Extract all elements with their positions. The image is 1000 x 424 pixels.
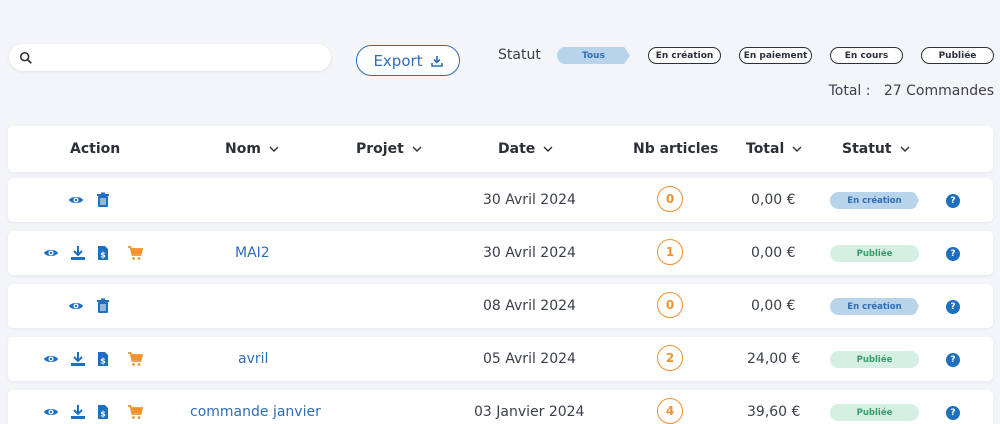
total-label: Total :: [828, 83, 871, 99]
invoice-icon[interactable]: $: [95, 404, 111, 420]
filter-publiee[interactable]: Publiée: [921, 47, 994, 64]
table-row: 08 Avril 2024 0 0,00 € En création ?: [8, 284, 993, 328]
table-row: $ MAI2 30 Avril 2024 1 0,00 € Publiée ?: [8, 231, 993, 275]
row-nom[interactable]: commande janvier: [190, 404, 321, 420]
filter-en-creation[interactable]: En création: [648, 47, 721, 64]
nb-articles-badge: 0: [657, 292, 683, 318]
eye-icon[interactable]: [43, 404, 59, 420]
row-date: 08 Avril 2024: [483, 298, 576, 314]
status-badge: Publiée: [830, 404, 919, 421]
help-icon[interactable]: ?: [946, 247, 960, 261]
filter-en-cours[interactable]: En cours: [830, 47, 903, 64]
status-badge: En création: [830, 192, 919, 209]
download-icon: [430, 55, 443, 67]
invoice-icon[interactable]: $: [95, 245, 111, 261]
table-row: $ avril 05 Avril 2024 2 24,00 € Publiée …: [8, 337, 993, 381]
search-input[interactable]: [39, 48, 319, 67]
row-date: 03 Janvier 2024: [474, 404, 585, 420]
status-badge: Publiée: [830, 245, 919, 262]
nb-articles-badge: 0: [657, 186, 683, 212]
table-header: Action Nom Projet Date Nb articles Total…: [8, 126, 993, 172]
col-nom[interactable]: Nom: [225, 141, 279, 157]
chevron-down-icon: [269, 146, 279, 152]
cart-icon[interactable]: [127, 351, 143, 367]
status-badge: En création: [830, 298, 919, 315]
nb-articles-badge: 4: [657, 398, 683, 424]
export-label: Export: [373, 51, 423, 70]
status-badge: Publiée: [830, 351, 919, 368]
col-statut[interactable]: Statut: [842, 141, 910, 157]
row-total: 0,00 €: [751, 192, 796, 208]
chevron-down-icon: [792, 146, 802, 152]
chevron-down-icon: [900, 146, 910, 152]
row-date: 30 Avril 2024: [483, 192, 576, 208]
col-action: Action: [70, 141, 121, 157]
nb-articles-badge: 1: [657, 239, 683, 265]
table-row: $ commande janvier 03 Janvier 2024 4 39,…: [8, 390, 993, 424]
col-projet[interactable]: Projet: [356, 141, 422, 157]
eye-icon[interactable]: [68, 192, 84, 208]
row-total: 24,00 €: [747, 351, 801, 367]
help-icon[interactable]: ?: [946, 406, 960, 420]
col-date[interactable]: Date: [498, 141, 553, 157]
help-icon[interactable]: ?: [946, 353, 960, 367]
cart-icon[interactable]: [127, 404, 143, 420]
total-count: Total : 27 Commandes: [829, 83, 994, 99]
svg-text:$: $: [100, 251, 106, 260]
download-icon[interactable]: [70, 245, 86, 261]
row-nom[interactable]: MAI2: [235, 245, 270, 261]
row-nom[interactable]: avril: [238, 351, 268, 367]
eye-icon[interactable]: [43, 351, 59, 367]
help-icon[interactable]: ?: [946, 300, 960, 314]
statut-filter-label: Statut: [498, 47, 541, 63]
row-date: 05 Avril 2024: [483, 351, 576, 367]
export-button[interactable]: Export: [356, 45, 460, 76]
help-icon[interactable]: ?: [946, 194, 960, 208]
svg-text:$: $: [100, 357, 106, 366]
row-total: 0,00 €: [751, 298, 796, 314]
filter-en-paiement[interactable]: En paiement: [739, 47, 812, 64]
svg-text:$: $: [100, 410, 106, 419]
download-icon[interactable]: [70, 351, 86, 367]
chevron-down-icon: [543, 146, 553, 152]
cart-icon[interactable]: [127, 245, 143, 261]
col-total[interactable]: Total: [746, 141, 802, 157]
row-date: 30 Avril 2024: [483, 245, 576, 261]
chevron-down-icon: [412, 146, 422, 152]
row-total: 39,60 €: [747, 404, 801, 420]
search-bar[interactable]: [9, 44, 331, 71]
trash-icon[interactable]: [95, 298, 111, 314]
invoice-icon[interactable]: $: [95, 351, 111, 367]
trash-icon[interactable]: [95, 192, 111, 208]
eye-icon[interactable]: [68, 298, 84, 314]
filter-tous[interactable]: Tous: [557, 47, 630, 64]
table-row: 30 Avril 2024 0 0,00 € En création ?: [8, 178, 993, 222]
download-icon[interactable]: [70, 404, 86, 420]
nb-articles-badge: 2: [657, 345, 683, 371]
col-nb-articles: Nb articles: [633, 141, 719, 157]
search-icon: [19, 51, 32, 64]
total-value: 27 Commandes: [883, 83, 994, 99]
row-total: 0,00 €: [751, 245, 796, 261]
eye-icon[interactable]: [43, 245, 59, 261]
